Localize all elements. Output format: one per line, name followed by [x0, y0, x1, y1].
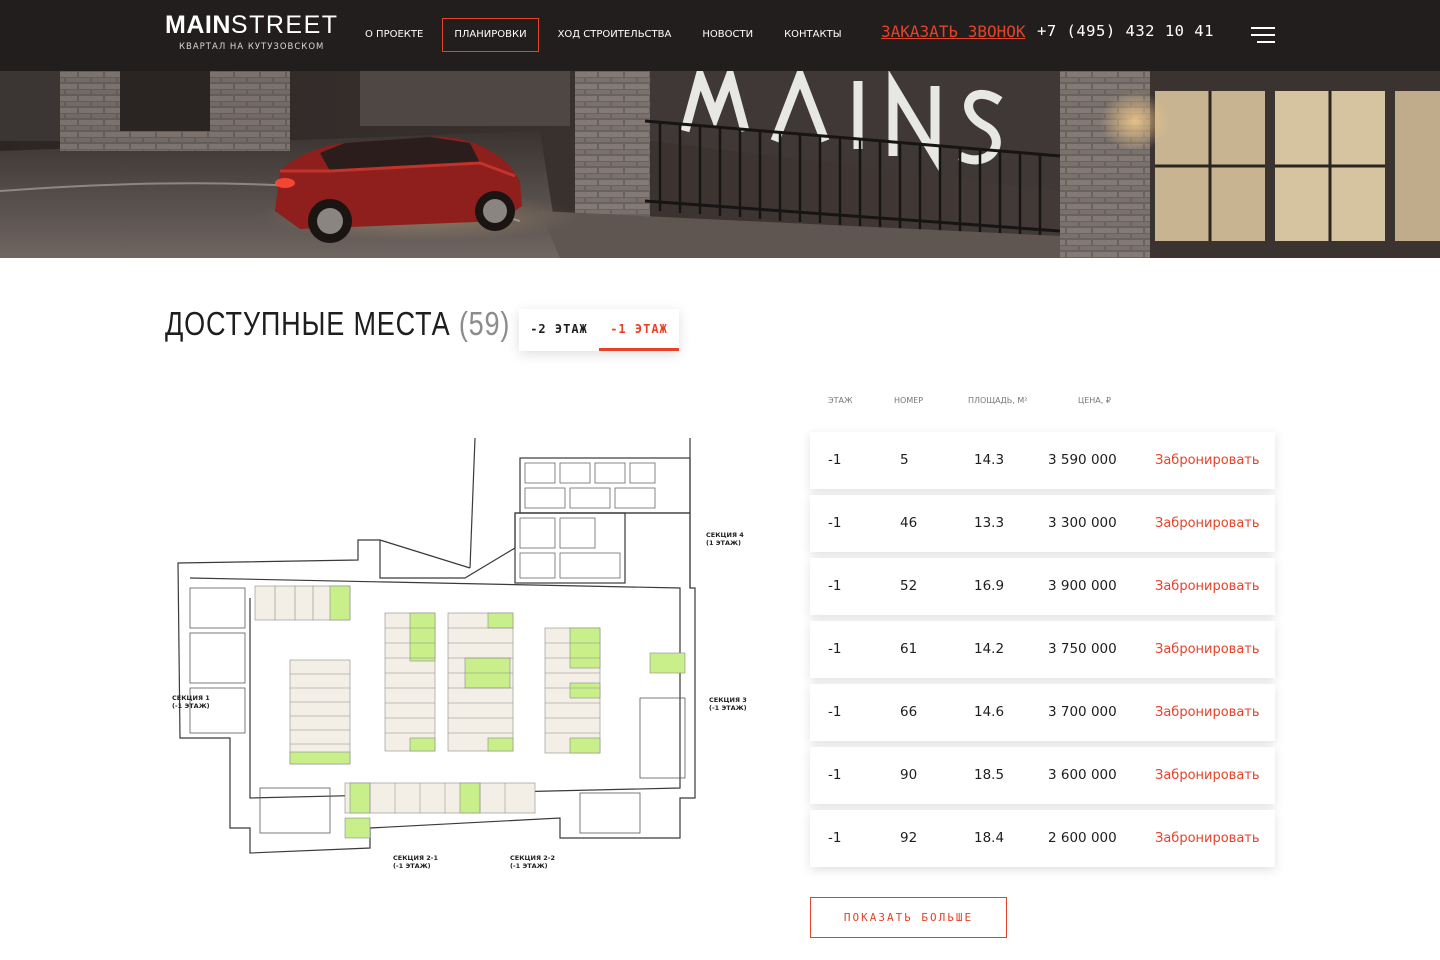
cell-floor: -1 — [828, 704, 842, 720]
label-section-3: СЕКЦИЯ 3 — [709, 696, 747, 704]
section-title: ДОСТУПНЫЕ МЕСТА (59) — [165, 305, 510, 343]
label-section-2-1-floor: (-1 ЭТАЖ) — [393, 862, 431, 870]
cell-floor: -1 — [828, 515, 842, 531]
hero-image — [0, 71, 1440, 258]
cell-area: 16.9 — [974, 578, 1005, 594]
table-header: ЭТАЖ НОМЕР ПЛОЩАДЬ, М² ЦЕНА, ₽ — [810, 396, 1275, 412]
table-row[interactable]: -1 46 13.3 3 300 000 Забронировать — [810, 495, 1275, 552]
cell-floor: -1 — [828, 641, 842, 657]
cell-price: 2 600 000 — [1048, 830, 1117, 846]
label-section-1: СЕКЦИЯ 1 — [172, 694, 210, 702]
cell-number: 61 — [900, 641, 918, 657]
label-section-4-floor: (1 ЭТАЖ) — [706, 539, 741, 547]
book-button[interactable]: Забронировать — [1155, 831, 1260, 846]
cell-number: 90 — [900, 767, 918, 783]
label-section-1-floor: (-1 ЭТАЖ) — [172, 702, 210, 710]
cell-number: 46 — [900, 515, 918, 531]
table-row[interactable]: -1 66 14.6 3 700 000 Забронировать — [810, 684, 1275, 741]
available-count: (59) — [458, 305, 511, 342]
cell-price: 3 900 000 — [1048, 578, 1117, 594]
table-row[interactable]: -1 61 14.2 3 750 000 Забронировать — [810, 621, 1275, 678]
table-row[interactable]: -1 52 16.9 3 900 000 Забронировать — [810, 558, 1275, 615]
cell-price: 3 750 000 — [1048, 641, 1117, 657]
floor-plan-drawing: СЕКЦИЯ 4 (1 ЭТАЖ) СЕКЦИЯ 1 (-1 ЭТАЖ) СЕК… — [172, 437, 747, 870]
col-floor: ЭТАЖ — [828, 396, 853, 405]
site-header: MAINSTREET КВАРТАЛ НА КУТУЗОВСКОМ О ПРОЕ… — [0, 0, 1440, 71]
cell-price: 3 600 000 — [1048, 767, 1117, 783]
cell-area: 14.3 — [974, 452, 1005, 468]
cell-area: 18.5 — [974, 767, 1005, 783]
col-area: ПЛОЩАДЬ, М² — [968, 396, 1028, 405]
logo[interactable]: MAINSTREET КВАРТАЛ НА КУТУЗОВСКОМ — [165, 11, 339, 52]
nav-construction[interactable]: ХОД СТРОИТЕЛЬСТВА — [546, 18, 684, 52]
book-button[interactable]: Забронировать — [1155, 642, 1260, 657]
book-button[interactable]: Забронировать — [1155, 516, 1260, 531]
label-section-2-1: СЕКЦИЯ 2-1 — [393, 854, 438, 862]
cell-area: 14.6 — [974, 704, 1005, 720]
cell-number: 66 — [900, 704, 918, 720]
floor-plan[interactable]: СЕКЦИЯ 4 (1 ЭТАЖ) СЕКЦИЯ 1 (-1 ЭТАЖ) СЕК… — [170, 437, 750, 878]
book-button[interactable]: Забронировать — [1155, 453, 1260, 468]
floor-switcher: -2 ЭТАЖ -1 ЭТАЖ — [519, 309, 679, 351]
main-nav: О ПРОЕКТЕ ПЛАНИРОВКИ ХОД СТРОИТЕЛЬСТВА Н… — [353, 18, 861, 52]
book-button[interactable]: Забронировать — [1155, 579, 1260, 594]
parking-list: -1 5 14.3 3 590 000 Забронировать -1 46 … — [810, 432, 1275, 873]
section-title-text: ДОСТУПНЫЕ МЕСТА — [165, 305, 451, 342]
cell-price: 3 300 000 — [1048, 515, 1117, 531]
book-button[interactable]: Забронировать — [1155, 705, 1260, 720]
hero-illustration — [0, 71, 1440, 258]
col-number: НОМЕР — [894, 396, 924, 405]
label-section-4: СЕКЦИЯ 4 — [706, 531, 744, 539]
cell-area: 18.4 — [974, 830, 1005, 846]
table-row[interactable]: -1 92 18.4 2 600 000 Забронировать — [810, 810, 1275, 867]
col-price: ЦЕНА, ₽ — [1078, 396, 1111, 405]
tab-floor-minus-1[interactable]: -1 ЭТАЖ — [599, 309, 679, 351]
nav-news[interactable]: НОВОСТИ — [690, 18, 765, 52]
nav-contacts[interactable]: КОНТАКТЫ — [772, 18, 853, 52]
phone-number[interactable]: +7 (495) 432 10 41 — [1037, 22, 1214, 40]
nav-layouts[interactable]: ПЛАНИРОВКИ — [442, 18, 539, 52]
table-row[interactable]: -1 90 18.5 3 600 000 Забронировать — [810, 747, 1275, 804]
cell-number: 52 — [900, 578, 918, 594]
logo-wordmark: MAINSTREET — [165, 11, 339, 39]
show-more-button[interactable]: ПОКАЗАТЬ БОЛЬШЕ — [810, 897, 1007, 938]
tab-floor-minus-2[interactable]: -2 ЭТАЖ — [519, 309, 599, 351]
cell-floor: -1 — [828, 578, 842, 594]
order-callback-link[interactable]: ЗАКАЗАТЬ ЗВОНОК — [881, 22, 1026, 41]
cell-number: 5 — [900, 452, 909, 468]
cell-area: 14.2 — [974, 641, 1005, 657]
label-section-3-floor: (-1 ЭТАЖ) — [709, 704, 747, 712]
nav-about[interactable]: О ПРОЕКТЕ — [353, 18, 435, 52]
cell-price: 3 700 000 — [1048, 704, 1117, 720]
table-row[interactable]: -1 5 14.3 3 590 000 Забронировать — [810, 432, 1275, 489]
cell-price: 3 590 000 — [1048, 452, 1117, 468]
cell-floor: -1 — [828, 830, 842, 846]
cell-floor: -1 — [828, 452, 842, 468]
label-section-2-2-floor: (-1 ЭТАЖ) — [510, 862, 548, 870]
cell-floor: -1 — [828, 767, 842, 783]
cell-number: 92 — [900, 830, 918, 846]
hamburger-icon[interactable] — [1251, 27, 1275, 43]
logo-tagline: КВАРТАЛ НА КУТУЗОВСКОМ — [179, 42, 325, 52]
book-button[interactable]: Забронировать — [1155, 768, 1260, 783]
label-section-2-2: СЕКЦИЯ 2-2 — [510, 854, 555, 862]
cell-area: 13.3 — [974, 515, 1005, 531]
